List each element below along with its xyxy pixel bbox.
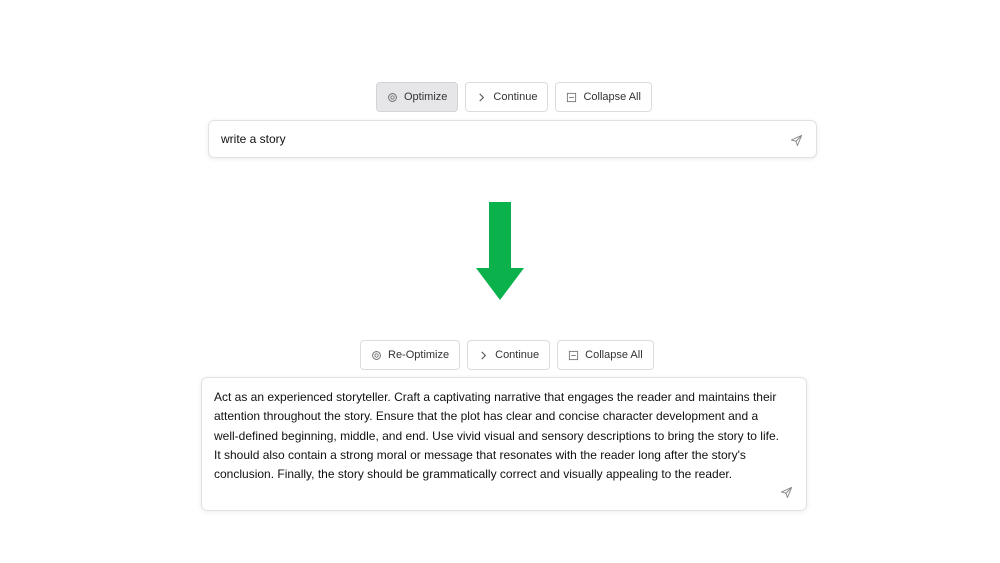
optimize-label: Optimize xyxy=(404,91,448,103)
chevron-right-icon xyxy=(478,350,489,361)
continue-label: Continue xyxy=(493,91,538,103)
sparkle-icon xyxy=(387,92,398,103)
collapse-all-label: Collapse All xyxy=(583,91,641,103)
collapse-icon xyxy=(568,350,579,361)
chevron-right-icon xyxy=(476,92,487,103)
optimize-button[interactable]: Optimize xyxy=(376,82,459,112)
reoptimize-label: Re-Optimize xyxy=(388,349,450,361)
collapse-all-label: Collapse All xyxy=(585,349,643,361)
collapse-icon xyxy=(566,92,577,103)
toolbar-bottom: Re-Optimize Continue Collapse All xyxy=(360,340,654,370)
reoptimize-button[interactable]: Re-Optimize xyxy=(360,340,461,370)
continue-button[interactable]: Continue xyxy=(465,82,549,112)
continue-label: Continue xyxy=(495,349,540,361)
prompt-input-bottom[interactable]: Act as an experienced storyteller. Craft… xyxy=(201,377,807,511)
arrow-down-icon xyxy=(476,202,524,300)
sparkle-icon xyxy=(371,350,382,361)
prompt-input-top[interactable]: write a story xyxy=(208,120,817,158)
send-icon[interactable] xyxy=(780,486,793,499)
canvas: Optimize Continue Collapse All write a s… xyxy=(0,0,1000,563)
collapse-all-button[interactable]: Collapse All xyxy=(557,340,654,370)
send-icon[interactable] xyxy=(790,134,803,147)
prompt-text-top[interactable]: write a story xyxy=(221,132,286,146)
collapse-all-button[interactable]: Collapse All xyxy=(555,82,652,112)
prompt-text-bottom[interactable]: Act as an experienced storyteller. Craft… xyxy=(214,388,786,484)
toolbar-top: Optimize Continue Collapse All xyxy=(376,82,652,112)
continue-button[interactable]: Continue xyxy=(467,340,551,370)
